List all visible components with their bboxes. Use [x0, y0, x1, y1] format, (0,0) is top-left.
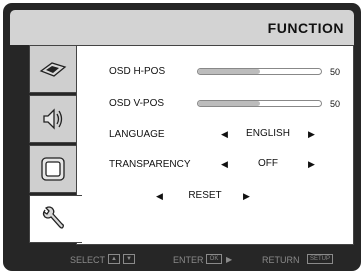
- picture-icon: [39, 62, 67, 77]
- audio-icon: [43, 108, 63, 130]
- tab-screen[interactable]: [29, 145, 76, 193]
- osd-hpos-slider-fill: [198, 69, 260, 74]
- setup-key-icon: SETUP: [307, 254, 333, 264]
- osd-vpos-value: 50: [330, 99, 341, 109]
- down-key-icon: ▼: [123, 254, 135, 264]
- language-right-arrow-icon[interactable]: ▶: [308, 129, 315, 139]
- osd-vpos-label: OSD V-POS: [109, 98, 165, 109]
- transparency-label: TRANSPARENCY: [109, 159, 191, 170]
- language-left-arrow-icon[interactable]: ◀: [221, 129, 228, 139]
- transparency-left-arrow-icon[interactable]: ◀: [221, 159, 228, 169]
- language-value[interactable]: ENGLISH: [237, 128, 299, 139]
- wrench-icon: [42, 206, 64, 229]
- menu-title: FUNCTION: [267, 20, 344, 36]
- screen-icon: [41, 157, 65, 181]
- osd-vpos-slider[interactable]: [197, 100, 322, 107]
- tab-column: [29, 45, 82, 245]
- reset-button[interactable]: RESET: [175, 190, 235, 201]
- footer-hints: SELECT ▲ ▼ ENTER OK ▶ RETURN SETUP: [10, 250, 354, 268]
- transparency-right-arrow-icon[interactable]: ▶: [308, 159, 315, 169]
- settings-panel: OSD H-POS 50 OSD V-POS 50 LANGUAGE ◀ ENG…: [76, 45, 354, 245]
- return-hint: RETURN: [262, 255, 300, 265]
- osd-hpos-value: 50: [330, 67, 341, 77]
- tab-picture[interactable]: [29, 45, 76, 93]
- osd-header: FUNCTION: [10, 10, 354, 45]
- language-label: LANGUAGE: [109, 129, 165, 140]
- tab-function[interactable]: [29, 195, 82, 243]
- reset-right-arrow-icon[interactable]: ▶: [243, 191, 250, 201]
- transparency-value[interactable]: OFF: [237, 158, 299, 169]
- enter-arrow-icon: ▶: [226, 255, 233, 264]
- tab-audio[interactable]: [29, 95, 76, 143]
- up-key-icon: ▲: [108, 254, 120, 264]
- ok-key-icon: OK: [206, 254, 222, 264]
- reset-left-arrow-icon[interactable]: ◀: [156, 191, 163, 201]
- osd-vpos-slider-fill: [198, 101, 260, 106]
- osd-hpos-slider[interactable]: [197, 68, 322, 75]
- select-hint: SELECT: [70, 255, 106, 265]
- osd-hpos-label: OSD H-POS: [109, 66, 166, 77]
- enter-hint: ENTER: [173, 255, 204, 265]
